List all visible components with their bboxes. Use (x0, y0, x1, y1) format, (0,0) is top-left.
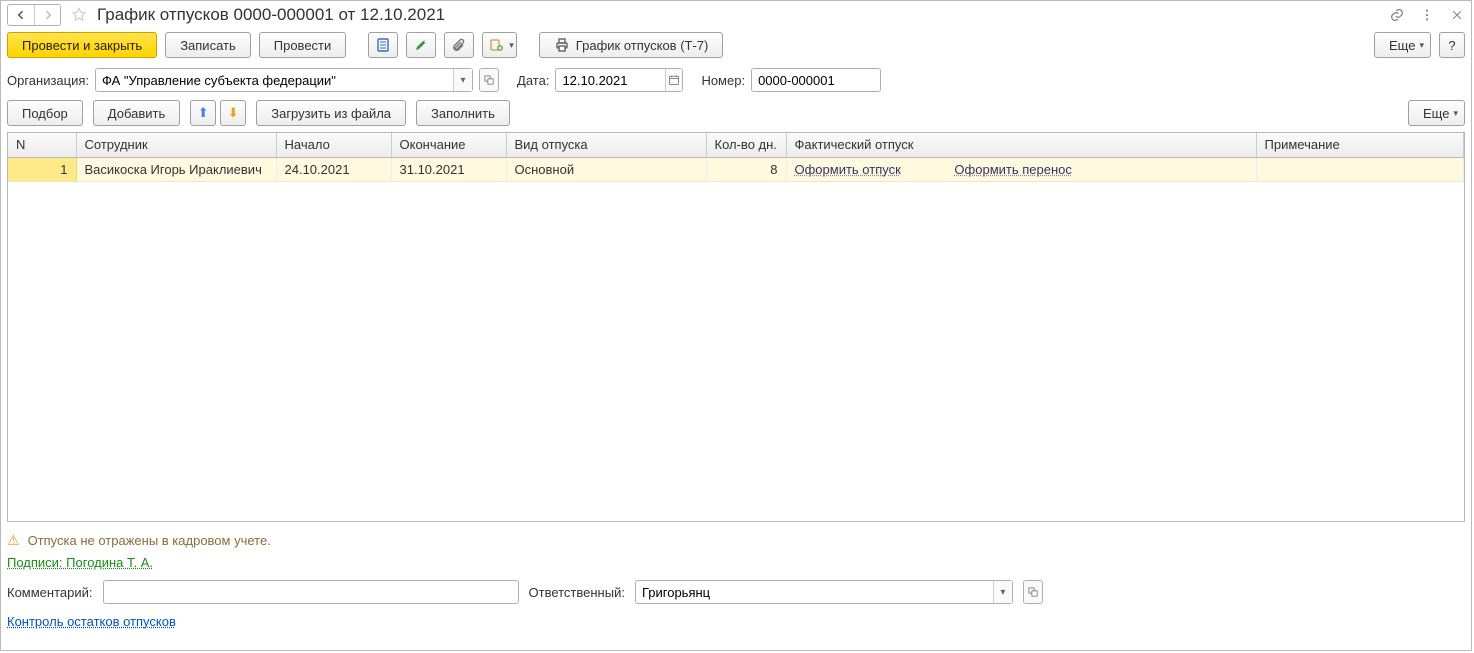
calendar-icon[interactable] (665, 69, 682, 91)
move-down-button[interactable]: ⬇ (220, 100, 246, 126)
signatures-link[interactable]: Подписи: Погодина Т. А. (7, 555, 153, 570)
print-t7-button[interactable]: График отпусков (Т-7) (539, 32, 724, 58)
table-header-row: N Сотрудник Начало Окончание Вид отпуска… (8, 133, 1464, 157)
nav-buttons (7, 4, 61, 26)
more-button[interactable]: Еще▾ (1374, 32, 1431, 58)
titlebar: График отпусков 0000-000001 от 12.10.202… (1, 1, 1471, 28)
chevron-down-icon: ▾ (509, 40, 514, 51)
document-window: График отпусков 0000-000001 от 12.10.202… (0, 0, 1472, 651)
status-warning: ⚠ Отпуска не отражены в кадровом учете. (1, 522, 1471, 551)
cell-employee[interactable]: Васикоска Игорь Ираклиевич (76, 157, 276, 181)
edit-pencil-button[interactable] (406, 32, 436, 58)
col-type[interactable]: Вид отпуска (506, 133, 706, 157)
help-button[interactable]: ? (1439, 32, 1465, 58)
warning-text: Отпуска не отражены в кадровом учете. (28, 533, 271, 548)
responsible-open-button[interactable] (1023, 580, 1043, 604)
fill-button[interactable]: Заполнить (416, 100, 510, 126)
date-label: Дата: (517, 73, 549, 88)
footer-form-row: Комментарий: Ответственный: ▾ (1, 574, 1471, 610)
chevron-down-icon: ▾ (1453, 108, 1458, 119)
responsible-field[interactable]: ▾ (635, 580, 1013, 604)
col-end[interactable]: Окончание (391, 133, 506, 157)
responsible-label: Ответственный: (529, 585, 625, 600)
comment-field[interactable] (103, 580, 519, 604)
col-days[interactable]: Кол-во дн. (706, 133, 786, 157)
dropdown-icon[interactable]: ▾ (993, 581, 1012, 603)
load-from-file-button[interactable]: Загрузить из файла (256, 100, 406, 126)
col-actual[interactable]: Фактический отпуск (786, 133, 1256, 157)
control-link-row: Контроль остатков отпусков (1, 610, 1471, 637)
organization-field[interactable]: ▾ (95, 68, 473, 92)
cell-type[interactable]: Основной (506, 157, 706, 181)
cell-n[interactable]: 1 (8, 157, 76, 181)
cell-days[interactable]: 8 (706, 157, 786, 181)
header-form-row: Организация: ▾ Дата: Номер: (1, 66, 1471, 98)
date-input[interactable] (556, 69, 665, 91)
vacation-balance-control-link[interactable]: Контроль остатков отпусков (7, 614, 176, 629)
table-row[interactable]: 1 Васикоска Игорь Ираклиевич 24.10.2021 … (8, 157, 1464, 181)
cell-actual[interactable]: Оформить отпуск Оформить перенос (786, 157, 1256, 181)
move-up-button[interactable]: ⬆ (190, 100, 216, 126)
number-field[interactable] (751, 68, 881, 92)
number-label: Номер: (701, 73, 745, 88)
organization-label: Организация: (7, 73, 89, 88)
responsible-input[interactable] (636, 581, 993, 603)
main-toolbar: Провести и закрыть Записать Провести ▾ Г… (1, 28, 1471, 66)
link-icon[interactable] (1389, 7, 1405, 23)
date-field[interactable] (555, 68, 683, 92)
nav-forward-button[interactable] (34, 5, 60, 25)
organization-open-button[interactable] (479, 68, 499, 92)
warning-icon: ⚠ (7, 532, 20, 549)
chevron-down-icon: ▾ (1419, 40, 1424, 51)
nav-back-button[interactable] (8, 5, 34, 25)
table-toolbar: Подбор Добавить ⬆ ⬇ Загрузить из файла З… (1, 98, 1471, 132)
page-title: График отпусков 0000-000001 от 12.10.202… (97, 5, 445, 25)
col-start[interactable]: Начало (276, 133, 391, 157)
kebab-menu-icon[interactable] (1419, 7, 1435, 23)
post-button[interactable]: Провести (259, 32, 347, 58)
cell-end[interactable]: 31.10.2021 (391, 157, 506, 181)
create-based-on-button[interactable]: ▾ (482, 32, 517, 58)
create-vacation-link[interactable]: Оформить отпуск (795, 162, 901, 177)
organization-input[interactable] (96, 69, 453, 91)
table-more-button[interactable]: Еще▾ (1408, 100, 1465, 126)
comment-input[interactable] (104, 581, 518, 603)
document-structure-button[interactable] (368, 32, 398, 58)
add-button[interactable]: Добавить (93, 100, 180, 126)
col-n[interactable]: N (8, 133, 76, 157)
print-t7-label: График отпусков (Т-7) (576, 38, 709, 53)
comment-label: Комментарий: (7, 585, 93, 600)
move-buttons: ⬆ ⬇ (190, 100, 246, 126)
cell-note[interactable] (1256, 157, 1464, 181)
post-and-close-button[interactable]: Провести и закрыть (7, 32, 157, 58)
close-icon[interactable] (1449, 7, 1465, 23)
vacation-table[interactable]: N Сотрудник Начало Окончание Вид отпуска… (7, 132, 1465, 522)
number-input[interactable] (752, 69, 880, 91)
favorite-star-icon[interactable] (69, 5, 89, 25)
dropdown-icon[interactable]: ▾ (453, 69, 472, 91)
cell-start[interactable]: 24.10.2021 (276, 157, 391, 181)
create-transfer-link[interactable]: Оформить перенос (954, 162, 1071, 177)
col-note[interactable]: Примечание (1256, 133, 1464, 157)
col-employee[interactable]: Сотрудник (76, 133, 276, 157)
signatures-row: Подписи: Погодина Т. А. (1, 551, 1471, 574)
save-button[interactable]: Записать (165, 32, 251, 58)
select-button[interactable]: Подбор (7, 100, 83, 126)
attachment-button[interactable] (444, 32, 474, 58)
